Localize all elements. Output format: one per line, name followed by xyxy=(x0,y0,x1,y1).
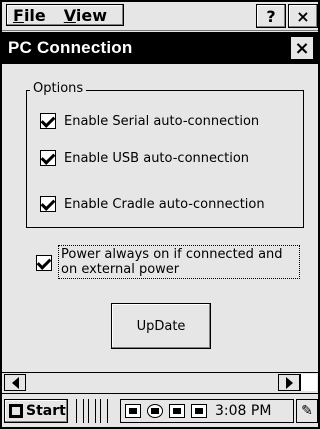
usb-checkbox[interactable] xyxy=(40,150,56,166)
usb-label: Enable USB auto-connection xyxy=(64,150,250,166)
start-button[interactable]: Start xyxy=(4,399,68,423)
dialog-close-button[interactable]: × xyxy=(290,36,314,60)
serial-label: Enable Serial auto-connection xyxy=(64,113,260,129)
clock[interactable]: 3:08 PM xyxy=(215,403,271,419)
menu-group: File View xyxy=(6,4,124,26)
update-button-label: UpDate xyxy=(136,318,186,334)
sync-icon[interactable] xyxy=(125,404,141,418)
keyboard-icon[interactable] xyxy=(191,404,207,418)
close-icon: × xyxy=(294,37,310,59)
menu-bar: File View ? × xyxy=(2,2,318,31)
windows-flag-icon xyxy=(9,404,23,418)
scroll-right-button[interactable] xyxy=(278,374,300,391)
battery-icon[interactable] xyxy=(169,404,185,418)
close-icon: × xyxy=(296,6,310,26)
arrow-left-icon xyxy=(11,376,19,389)
dialog-title-bar: PC Connection × xyxy=(2,32,318,64)
taskbar-separator xyxy=(88,399,96,423)
serial-option[interactable]: Enable Serial auto-connection xyxy=(40,113,259,129)
serial-checkbox[interactable] xyxy=(40,113,56,129)
start-label: Start xyxy=(26,403,66,419)
file-menu[interactable]: File xyxy=(13,6,46,25)
globe-icon[interactable] xyxy=(147,404,163,418)
power-checkbox[interactable] xyxy=(36,255,52,271)
taskbar-separator xyxy=(76,399,84,423)
taskbar: Start 3:08 PM ✎ xyxy=(2,395,318,427)
cradle-option[interactable]: Enable Cradle auto-connection xyxy=(40,196,265,212)
help-button[interactable]: ? xyxy=(256,4,286,28)
power-option[interactable]: Power always on if connected and on exte… xyxy=(36,245,300,279)
dialog-title: PC Connection xyxy=(8,38,133,57)
taskbar-separator xyxy=(100,399,108,423)
options-group-label: Options xyxy=(30,81,87,96)
arrow-right-icon xyxy=(285,376,293,389)
power-label: Power always on if connected and on exte… xyxy=(58,245,300,279)
update-button[interactable]: UpDate xyxy=(111,303,211,349)
scroll-left-button[interactable] xyxy=(4,374,26,391)
view-menu[interactable]: View xyxy=(64,6,107,25)
cradle-label: Enable Cradle auto-connection xyxy=(64,196,265,212)
help-label: ? xyxy=(266,6,276,26)
scroll-thumb[interactable] xyxy=(300,374,317,391)
system-tray: 3:08 PM xyxy=(120,399,294,423)
horizontal-scrollbar[interactable] xyxy=(2,372,318,394)
usb-option[interactable]: Enable USB auto-connection xyxy=(40,150,249,166)
app-close-button[interactable]: × xyxy=(288,4,318,28)
pen-icon[interactable]: ✎ xyxy=(296,399,318,423)
cradle-checkbox[interactable] xyxy=(40,196,56,212)
